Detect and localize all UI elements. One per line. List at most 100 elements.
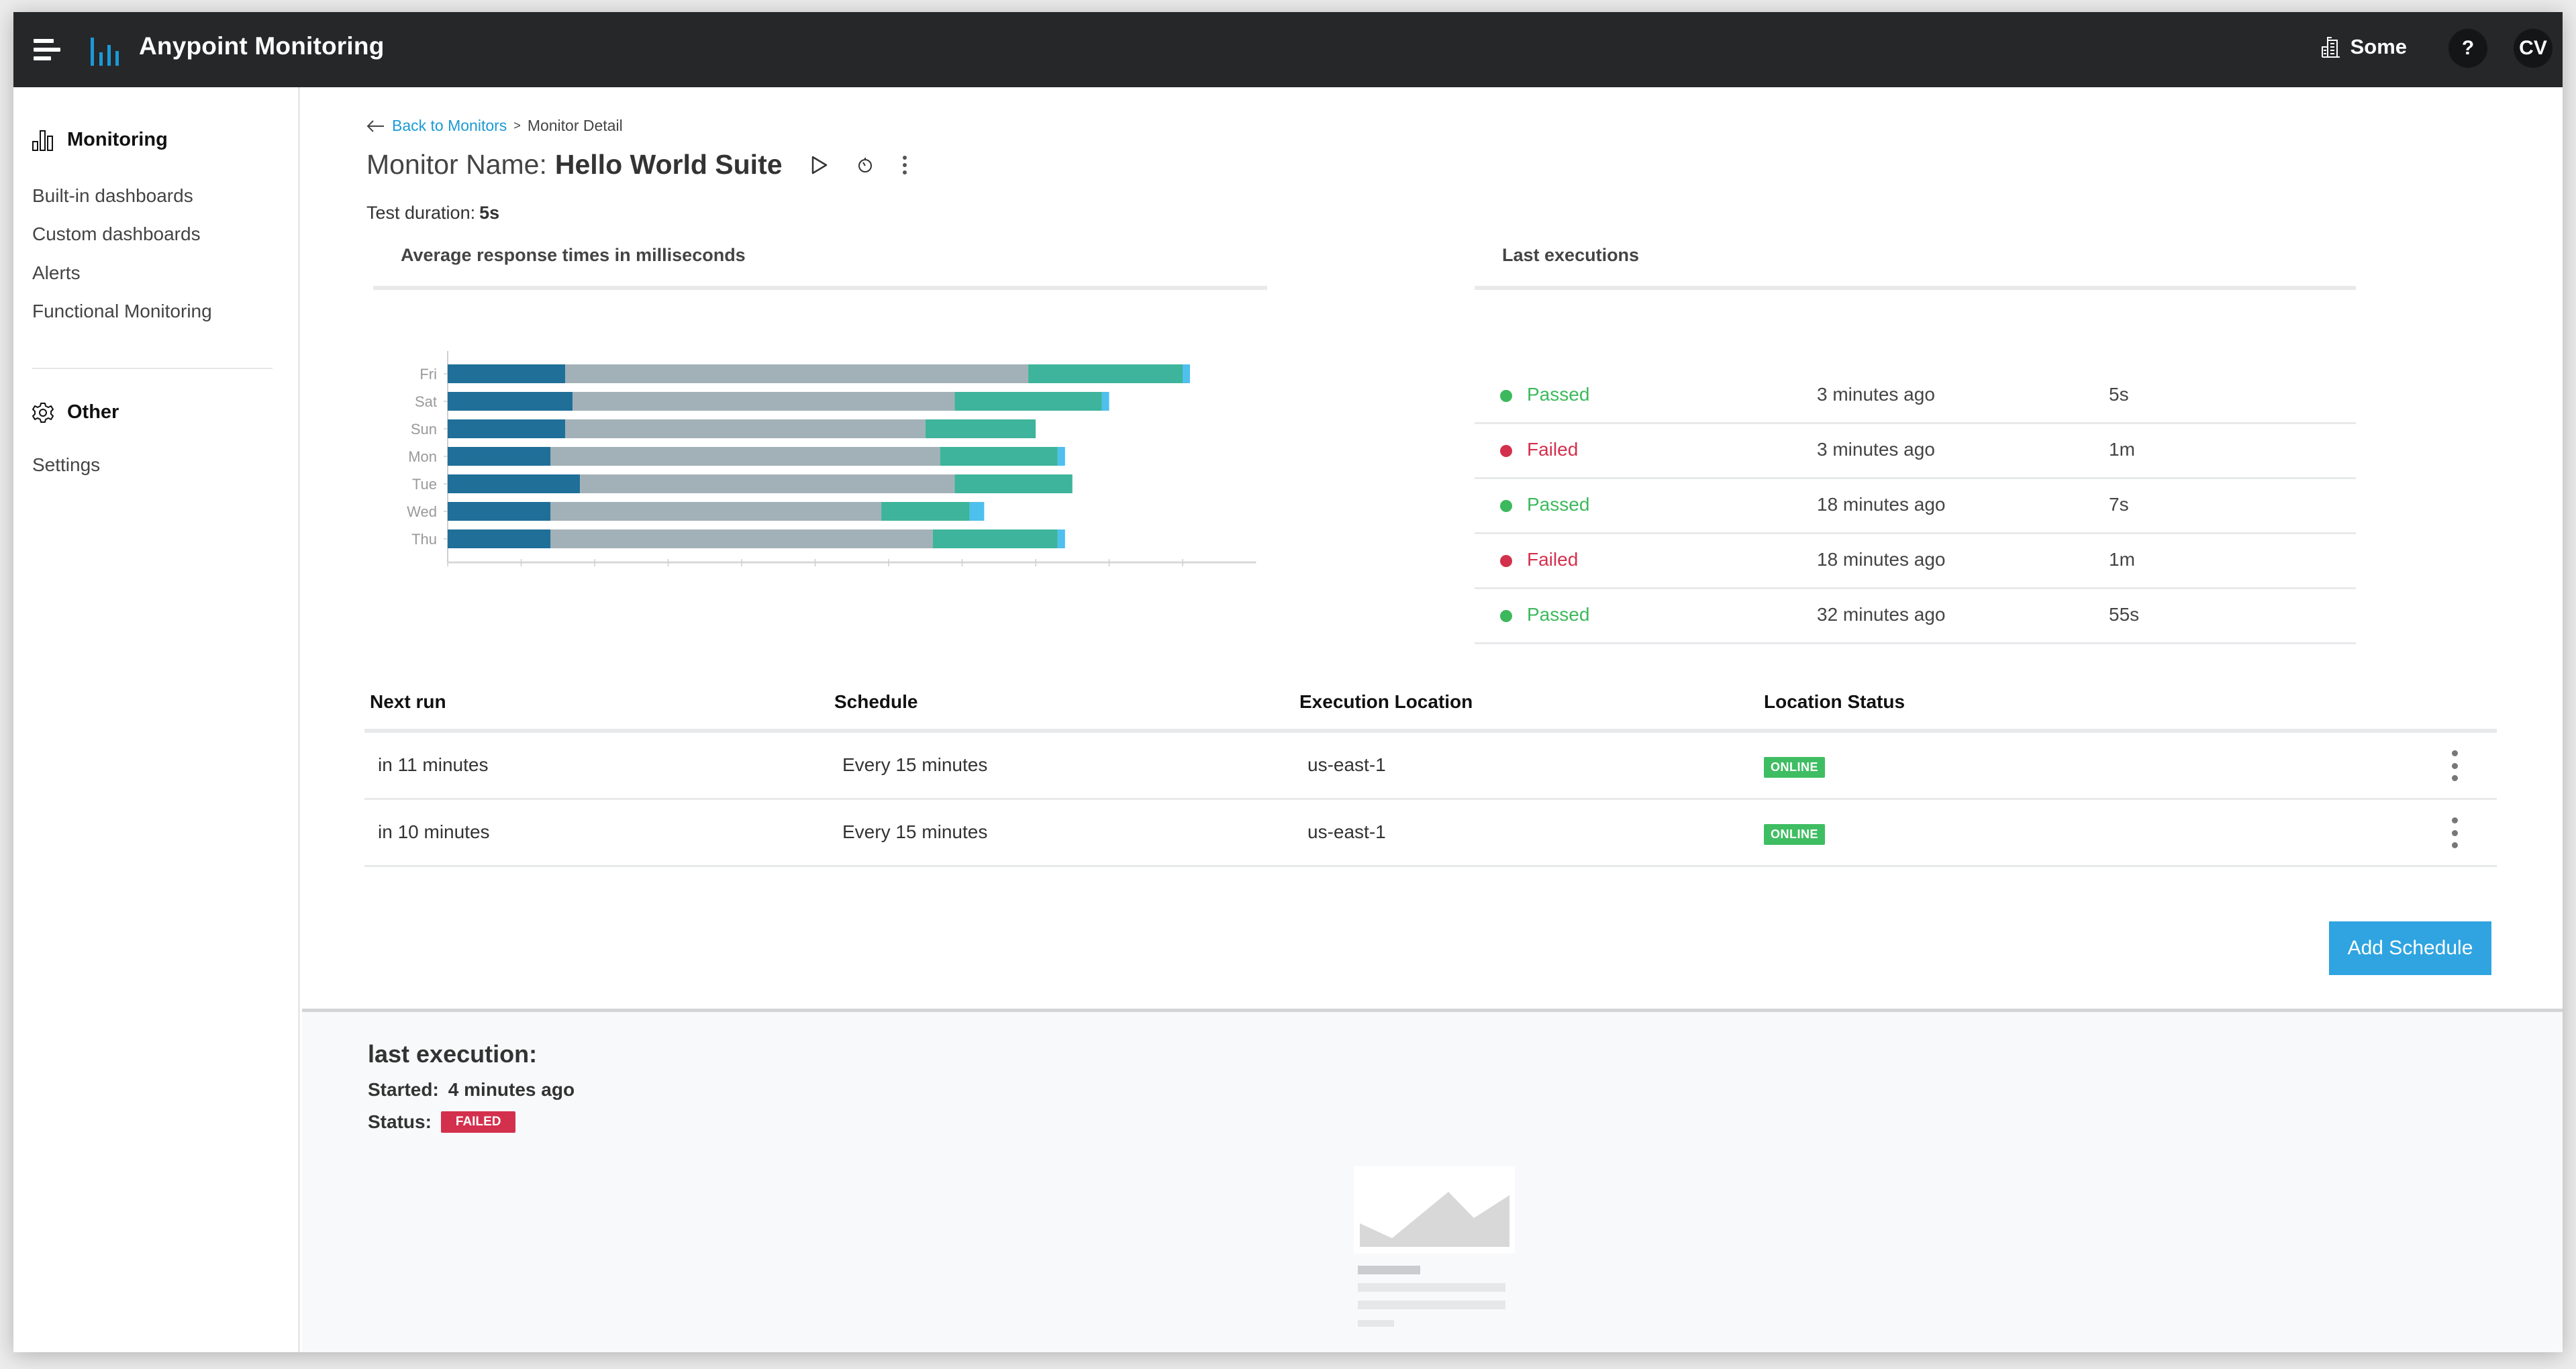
- x-tick-label: 60: [881, 574, 897, 576]
- test-duration: Test duration: 5s: [366, 203, 499, 223]
- org-name: Some: [2350, 35, 2407, 58]
- bar-segment-segment-2: [550, 529, 933, 548]
- bar-segment-segment-4: [1057, 447, 1065, 466]
- column-header-schedule: Schedule: [834, 691, 918, 712]
- sidebar-item-custom-dashboards[interactable]: Custom dashboards: [32, 223, 201, 245]
- back-to-monitors-link[interactable]: Back to Monitors: [392, 117, 507, 135]
- test-duration-label: Test duration:: [366, 203, 476, 223]
- y-tick-label: Mon: [408, 448, 437, 465]
- sidebar-item-alerts[interactable]: Alerts: [32, 262, 81, 284]
- monitor-name: Hello World Suite: [554, 149, 783, 180]
- x-tick-label: 50: [807, 574, 823, 576]
- sidebar-item-built-in-dashboards[interactable]: Built-in dashboards: [32, 185, 193, 207]
- y-tick-label: Thu: [411, 531, 437, 548]
- anypoint-monitoring-logo-icon: [91, 38, 119, 66]
- bar-segment-segment-2: [565, 364, 1029, 383]
- bar-segment-segment-3: [940, 447, 1058, 466]
- bar-segment-segment-2: [565, 419, 926, 438]
- schedule-table-header: Next run Schedule Execution Location Loc…: [364, 678, 2497, 733]
- status-line: Status: FAILED: [368, 1111, 516, 1133]
- execution-duration: 1m: [2109, 549, 2135, 570]
- user-avatar[interactable]: CV: [2514, 29, 2553, 68]
- main-content: Back to Monitors > Monitor Detail Monito…: [302, 87, 2563, 1009]
- execution-time: 3 minutes ago: [1817, 384, 1935, 405]
- execution-time: 3 minutes ago: [1817, 439, 1935, 460]
- execution-duration: 55s: [2109, 604, 2140, 625]
- execution-status: Passed: [1527, 384, 1590, 405]
- row-menu-button[interactable]: [2449, 750, 2460, 781]
- bar-segment-segment-4: [1101, 392, 1109, 411]
- add-schedule-button[interactable]: Add Schedule: [2329, 921, 2491, 975]
- last-execution-panel: last execution: Started: 4 minutes ago S…: [302, 1009, 2563, 1352]
- execution-time: 18 minutes ago: [1817, 549, 1946, 570]
- execution-row[interactable]: Passed 32 minutes ago 55s: [1475, 589, 2356, 644]
- bar-segment-segment-3: [1028, 364, 1183, 383]
- run-button[interactable]: [811, 155, 828, 175]
- execution-duration: 1m: [2109, 439, 2135, 460]
- executions-title: Last executions: [1502, 245, 1640, 265]
- schedule-button[interactable]: [856, 156, 874, 174]
- x-tick-label: 70: [954, 574, 970, 576]
- chart-title: Average response times in milliseconds: [401, 245, 746, 265]
- executions-title-rule: [1475, 286, 2356, 290]
- bar-segment-segment-4: [1183, 364, 1190, 383]
- arrow-left-icon[interactable]: [366, 119, 385, 133]
- gear-icon: [32, 402, 54, 423]
- empty-state-illustration-icon: [1354, 1166, 1515, 1327]
- execution-status: Failed: [1527, 439, 1579, 460]
- next-run-cell: in 11 minutes: [378, 754, 489, 775]
- next-run-cell: in 10 minutes: [378, 821, 490, 842]
- bar-segment-segment-1: [448, 364, 566, 383]
- menu-icon[interactable]: [34, 38, 60, 62]
- sidebar-item-settings[interactable]: Settings: [32, 454, 100, 476]
- x-tick-label: 40: [734, 574, 750, 576]
- sidebar: Monitoring Built-in dashboards Custom da…: [13, 87, 300, 1352]
- execution-row[interactable]: Passed 18 minutes ago 7s: [1475, 479, 2356, 534]
- x-tick-label: 80: [1028, 574, 1044, 576]
- table-row: in 11 minutes Every 15 minutes us-east-1…: [364, 733, 2497, 800]
- monitor-name-label: Monitor Name:: [366, 149, 547, 180]
- column-header-execution-location: Execution Location: [1299, 691, 1473, 712]
- status-badge: ONLINE: [1764, 824, 1826, 845]
- sidebar-item-functional-monitoring[interactable]: Functional Monitoring: [32, 301, 212, 322]
- bar-segment-segment-3: [881, 502, 970, 521]
- row-menu-button[interactable]: [2449, 817, 2460, 848]
- status-dot-icon: [1500, 445, 1512, 457]
- started-value: 4 minutes ago: [448, 1079, 575, 1100]
- org-selector[interactable]: Some: [2321, 35, 2407, 59]
- y-tick-label: Tue: [412, 476, 437, 493]
- timer-icon: [858, 157, 872, 172]
- y-tick-label: Sun: [411, 421, 437, 438]
- bar-segment-segment-3: [932, 529, 1058, 548]
- x-tick-label: 90: [1101, 574, 1117, 576]
- bar-segment-segment-1: [448, 502, 551, 521]
- y-tick-label: Wed: [407, 503, 437, 520]
- execution-row[interactable]: Failed 3 minutes ago 1m: [1475, 424, 2356, 479]
- app-window: Anypoint Monitoring Some ? CV Monitoring…: [13, 12, 2563, 1352]
- last-execution-title: last execution:: [368, 1040, 538, 1068]
- status-dot-icon: [1500, 555, 1512, 567]
- help-button[interactable]: ?: [2448, 29, 2487, 68]
- started-label: Started:: [368, 1079, 439, 1100]
- status-badge: FAILED: [440, 1111, 516, 1133]
- bar-segment-segment-4: [969, 502, 985, 521]
- column-header-next-run: Next run: [370, 691, 446, 712]
- bar-segment-segment-2: [580, 474, 955, 493]
- execution-time: 32 minutes ago: [1817, 604, 1946, 625]
- more-options-button[interactable]: [902, 155, 907, 175]
- sidebar-section-monitoring: Monitoring: [32, 129, 168, 151]
- bar-segment-segment-2: [573, 392, 955, 411]
- schedule-cell: Every 15 minutes: [842, 821, 988, 842]
- execution-duration: 5s: [2109, 384, 2129, 405]
- play-icon: [811, 156, 827, 174]
- sidebar-section-other: Other: [32, 401, 119, 423]
- location-cell: us-east-1: [1307, 754, 1386, 775]
- execution-duration: 7s: [2109, 494, 2129, 515]
- execution-row[interactable]: Passed 3 minutes ago 5s: [1475, 369, 2356, 424]
- status-badge: ONLINE: [1764, 757, 1826, 778]
- bar-segment-segment-2: [550, 502, 882, 521]
- execution-row[interactable]: Failed 18 minutes ago 1m: [1475, 534, 2356, 589]
- location-cell: us-east-1: [1307, 821, 1386, 842]
- executions-list: Passed 3 minutes ago 5s Failed 3 minutes…: [1475, 369, 2356, 644]
- app-title: Anypoint Monitoring: [139, 32, 385, 60]
